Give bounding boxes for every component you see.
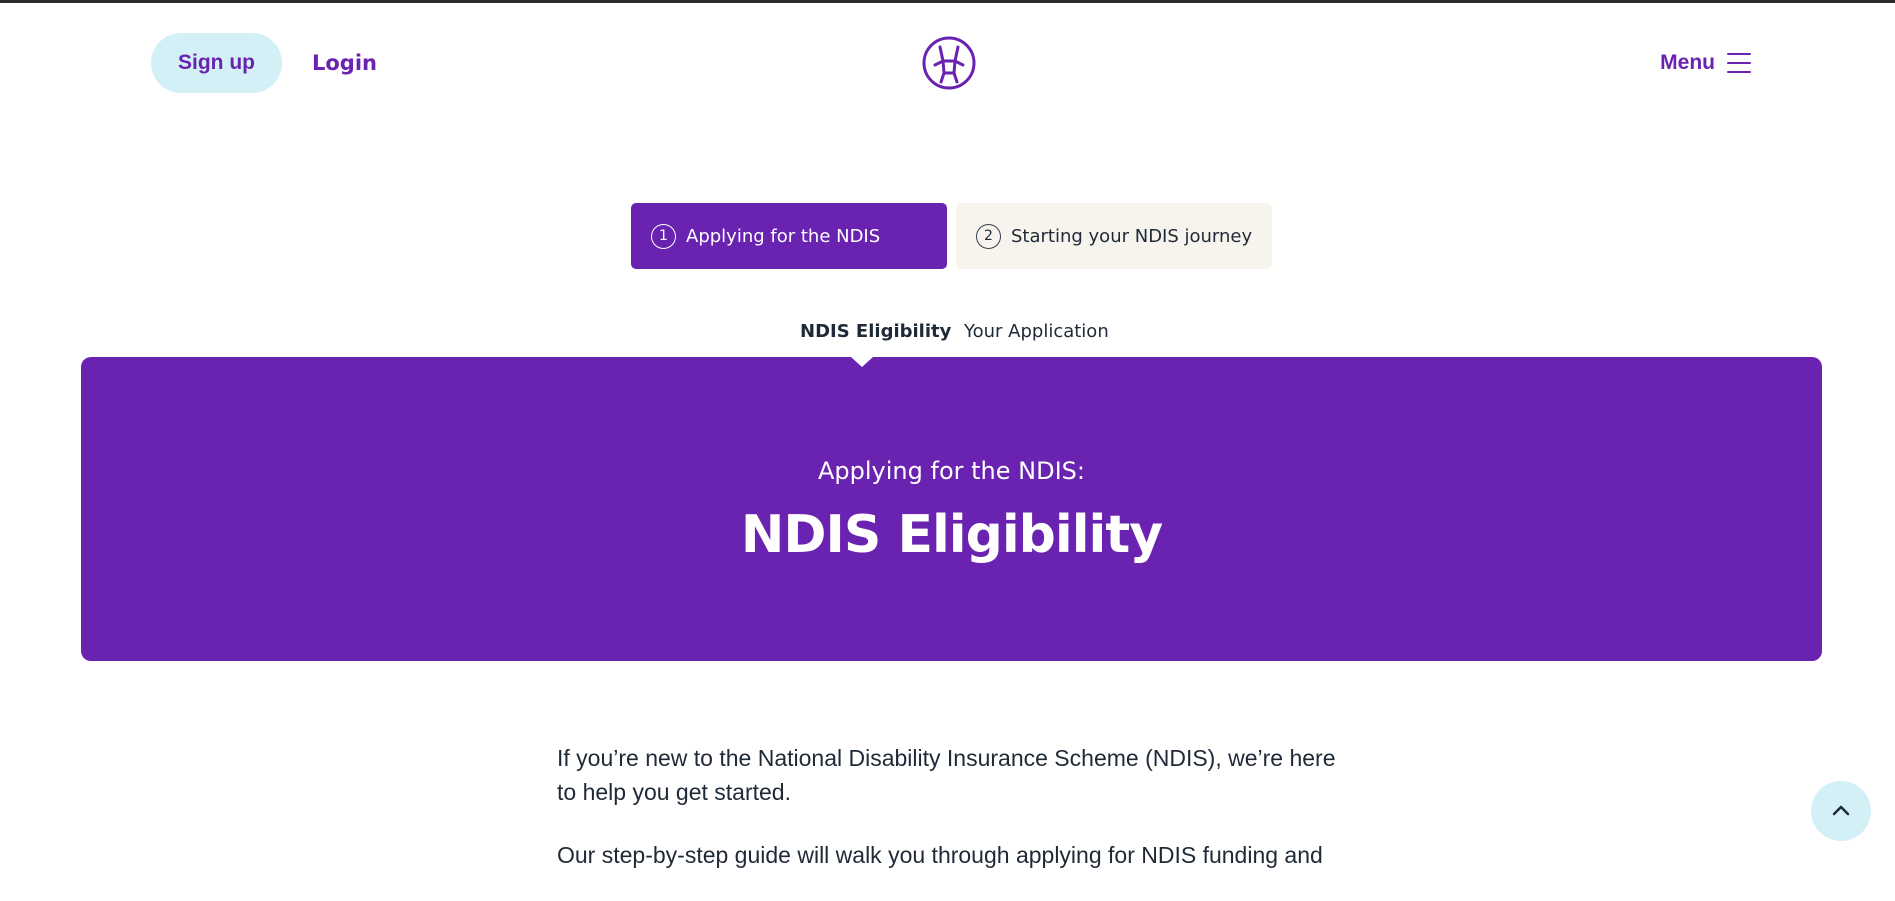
menu-button[interactable]: Menu xyxy=(1660,46,1751,80)
sign-up-button[interactable]: Sign up xyxy=(151,33,282,93)
back-to-top-button[interactable] xyxy=(1811,781,1871,841)
step-tab-applying[interactable]: 1 Applying for the NDIS xyxy=(631,203,947,269)
hero-banner: Applying for the NDIS: NDIS Eligibility xyxy=(81,357,1822,661)
hero-kicker: Applying for the NDIS: xyxy=(818,457,1085,485)
intro-paragraph: Our step-by-step guide will walk you thr… xyxy=(557,842,1323,868)
step-tab-starting-journey[interactable]: 2 Starting your NDIS journey xyxy=(956,203,1272,269)
menu-label: Menu xyxy=(1660,51,1715,74)
step-number-badge: 2 xyxy=(976,223,1001,249)
intro-paragraph: If you’re new to the National Disability… xyxy=(557,745,1336,805)
active-tab-indicator xyxy=(851,357,873,367)
tab-your-application[interactable]: Your Application xyxy=(964,321,1109,342)
chevron-up-icon xyxy=(1832,805,1850,816)
step-label: Starting your NDIS journey xyxy=(1011,225,1253,247)
brand-logo-icon[interactable] xyxy=(921,35,977,91)
step-number-badge: 1 xyxy=(651,223,676,249)
tab-ndis-eligibility[interactable]: NDIS Eligibility xyxy=(800,321,951,342)
intro-content: If you’re new to the National Disability… xyxy=(557,741,1357,901)
hamburger-icon xyxy=(1727,53,1751,73)
login-link[interactable]: Login xyxy=(312,48,377,78)
page-title: NDIS Eligibility xyxy=(740,505,1163,565)
browser-top-strip xyxy=(0,0,1895,3)
step-label: Applying for the NDIS xyxy=(686,225,881,247)
